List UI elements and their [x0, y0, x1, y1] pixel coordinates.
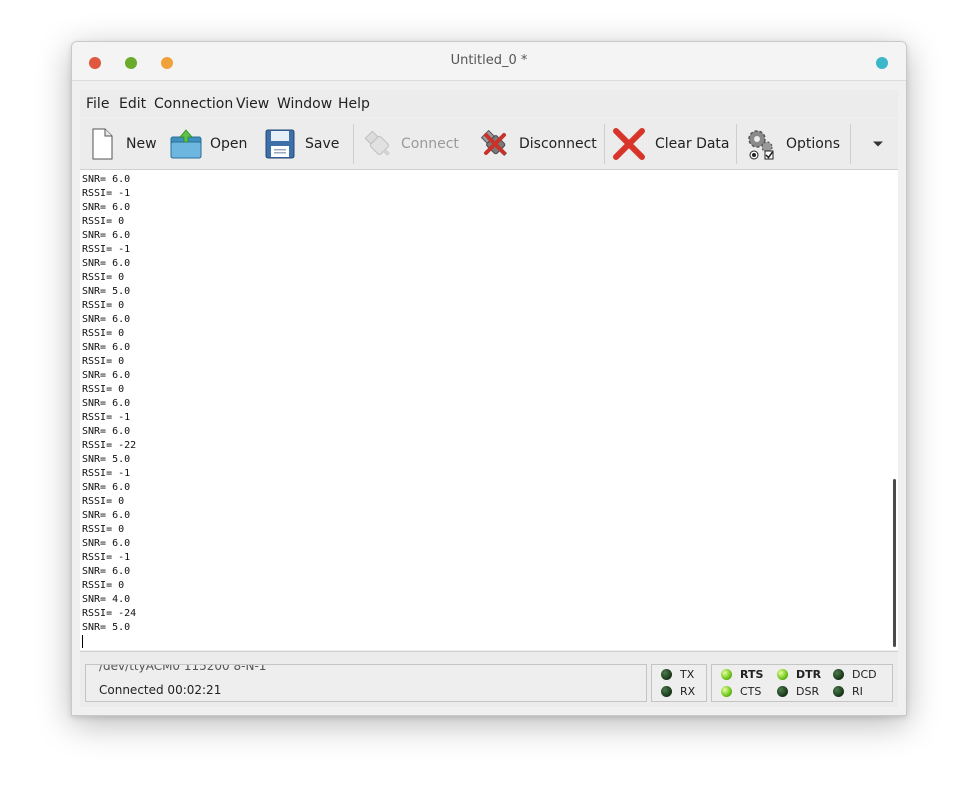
toolbar: New Open Save Connect Disconnect Clear D… — [80, 118, 898, 170]
options-button[interactable]: Options — [744, 122, 844, 166]
window-menu-button[interactable] — [876, 57, 888, 69]
terminal-line: SNR= 6.0 — [82, 566, 131, 577]
terminal-line: SNR= 6.0 — [82, 398, 131, 409]
terminal-output[interactable]: SNR= 6.0 RSSI= -1 SNR= 6.0 RSSI= 0 SNR= … — [80, 170, 898, 650]
menu-file[interactable]: File — [86, 96, 109, 112]
terminal-line: RSSI= -1 — [82, 244, 131, 255]
dcd-label: DCD — [852, 668, 877, 681]
toolbar-separator — [353, 124, 354, 164]
red-x-icon — [613, 128, 645, 160]
dropdown-arrow-icon — [873, 141, 883, 147]
terminal-line: SNR= 6.0 — [82, 342, 131, 353]
menu-edit[interactable]: Edit — [119, 96, 146, 112]
terminal-line: SNR= 6.0 — [82, 258, 131, 269]
dtr-label: DTR — [796, 668, 822, 681]
terminal-line: SNR= 4.0 — [82, 594, 131, 605]
terminal-line: RSSI= -1 — [82, 552, 131, 563]
terminal-line: RSSI= 0 — [82, 384, 125, 395]
disconnect-plug-icon — [480, 129, 508, 157]
terminal-line: SNR= 6.0 — [82, 538, 131, 549]
disconnect-label: Disconnect — [519, 136, 597, 152]
connection-info: /dev/ttyACM0 115200 8-N-1 Connected 00:0… — [85, 664, 647, 702]
terminal-line: RSSI= 0 — [82, 328, 125, 339]
tx-label: TX — [680, 668, 695, 681]
cts-led-icon — [721, 686, 732, 697]
toolbar-separator — [850, 124, 851, 164]
terminal-line: RSSI= -1 — [82, 188, 131, 199]
terminal-line: RSSI= 0 — [82, 272, 125, 283]
terminal-line: RSSI= 0 — [82, 300, 125, 311]
new-button[interactable]: New — [84, 122, 162, 166]
status-bar: /dev/ttyACM0 115200 8-N-1 Connected 00:0… — [80, 651, 898, 707]
tx-led-icon — [661, 669, 672, 680]
menu-bar: File Edit Connection View Window Help — [80, 90, 898, 117]
terminal-line: SNR= 5.0 — [82, 622, 131, 633]
line-signal-indicators: RTS CTS DTR DSR DCD RI — [711, 664, 893, 702]
save-floppy-icon — [265, 129, 295, 159]
terminal-line: SNR= 6.0 — [82, 174, 131, 185]
terminal-line: SNR= 6.0 — [82, 230, 131, 241]
window-title: Untitled_0 * — [450, 53, 528, 68]
rx-label: RX — [680, 685, 696, 698]
terminal-line: RSSI= 0 — [82, 524, 125, 535]
toolbar-separator — [736, 124, 737, 164]
text-cursor — [82, 635, 83, 648]
save-label: Save — [305, 136, 340, 152]
terminal-line: RSSI= -24 — [82, 608, 137, 619]
rx-led-icon — [661, 686, 672, 697]
terminal-line: SNR= 6.0 — [82, 510, 131, 521]
dcd-led-icon — [833, 669, 844, 680]
terminal-line: SNR= 6.0 — [82, 202, 131, 213]
title-bar: Untitled_0 * — [72, 42, 906, 81]
terminal-line: RSSI= -22 — [82, 440, 137, 451]
open-button[interactable]: Open — [169, 122, 255, 166]
new-document-icon — [92, 128, 113, 160]
save-button[interactable]: Save — [263, 122, 343, 166]
terminal-line: SNR= 5.0 — [82, 454, 131, 465]
terminal-line: SNR= 6.0 — [82, 370, 131, 381]
connect-button[interactable]: Connect — [361, 122, 459, 166]
menu-window[interactable]: Window — [277, 96, 332, 112]
toolbar-separator — [604, 124, 605, 164]
connection-status-text: Connected 00:02:21 — [99, 683, 222, 697]
options-label: Options — [786, 136, 841, 152]
menu-connection[interactable]: Connection — [154, 96, 233, 112]
clear-data-button[interactable]: Clear Data — [612, 122, 730, 166]
terminal-line: RSSI= -1 — [82, 412, 131, 423]
rts-label: RTS — [740, 668, 764, 681]
dsr-led-icon — [777, 686, 788, 697]
rts-led-icon[interactable] — [721, 669, 732, 680]
terminal-line: SNR= 6.0 — [82, 314, 131, 325]
usb-plug-icon — [364, 130, 391, 157]
open-folder-icon — [170, 129, 202, 159]
new-label: New — [126, 136, 157, 152]
dtr-led-icon[interactable] — [777, 669, 788, 680]
clear-data-label: Clear Data — [655, 136, 730, 152]
terminal-line: RSSI= 0 — [82, 356, 125, 367]
menu-view[interactable]: View — [236, 96, 269, 112]
terminal-line: RSSI= -1 — [82, 468, 131, 479]
terminal-line: RSSI= 0 — [82, 496, 125, 507]
dsr-label: DSR — [796, 685, 820, 698]
disconnect-button[interactable]: Disconnect — [478, 122, 597, 166]
port-settings-text: /dev/ttyACM0 115200 8-N-1 — [99, 664, 267, 673]
gears-options-icon — [748, 130, 774, 160]
open-label: Open — [210, 136, 248, 152]
terminal-line: SNR= 6.0 — [82, 482, 131, 493]
terminal-line: RSSI= 0 — [82, 216, 125, 227]
connect-label: Connect — [401, 136, 459, 152]
ri-label: RI — [852, 685, 863, 698]
ri-led-icon — [833, 686, 844, 697]
toolbar-overflow-button[interactable] — [866, 122, 892, 166]
vertical-scrollbar[interactable] — [893, 479, 896, 647]
tx-rx-indicators: TX RX — [651, 664, 707, 702]
main-window: Untitled_0 * File Edit Connection View W… — [71, 41, 907, 716]
terminal-line: SNR= 5.0 — [82, 286, 131, 297]
cts-label: CTS — [740, 685, 762, 698]
terminal-line: RSSI= 0 — [82, 580, 125, 591]
terminal-line: SNR= 6.0 — [82, 426, 131, 437]
menu-help[interactable]: Help — [338, 96, 370, 112]
